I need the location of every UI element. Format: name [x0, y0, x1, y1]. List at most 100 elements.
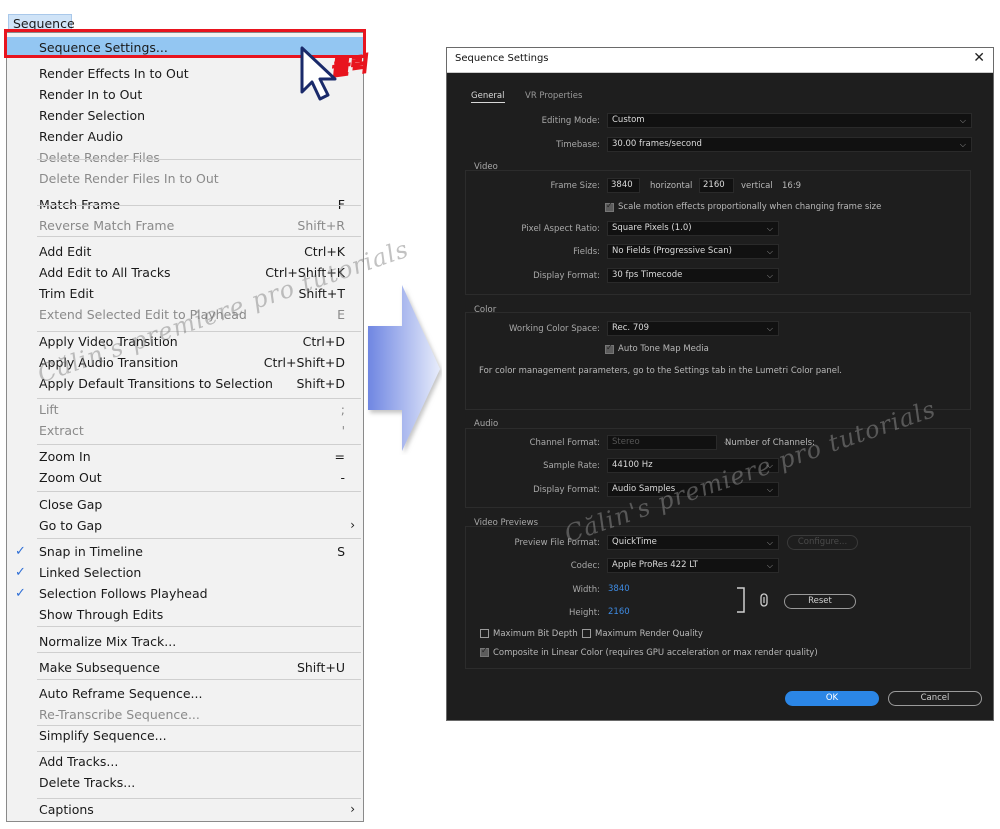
tab-vr-properties[interactable]: VR Properties [525, 91, 582, 101]
menu-item-show-through-edits[interactable]: Show Through Edits [7, 604, 363, 625]
menu-item-delete-render-files[interactable]: Delete Render Files [7, 147, 363, 168]
close-icon[interactable]: ✕ [973, 50, 985, 66]
max-render-quality-checkbox[interactable] [582, 629, 591, 638]
tab-general[interactable]: General [471, 91, 505, 103]
frame-width-input[interactable]: 3840 [607, 178, 640, 193]
menu-item-label: Re-Transcribe Sequence... [39, 707, 200, 722]
cancel-button[interactable]: Cancel [888, 691, 982, 706]
menu-item-label: Extend Selected Edit to Playhead [39, 307, 247, 322]
audio-display-format-dropdown[interactable]: Audio Samples ⌵ [607, 482, 779, 497]
sample-rate-dropdown[interactable]: 44100 Hz ⌵ [607, 458, 779, 473]
menu-separator [37, 205, 361, 206]
menu-item-label: Selection Follows Playhead [39, 586, 208, 601]
timebase-dropdown[interactable]: 30.00 frames/second ⌵ [607, 137, 972, 152]
pixel-aspect-value: Square Pixels (1.0) [612, 223, 692, 233]
timebase-label: Timebase: [556, 140, 600, 150]
pixel-aspect-label: Pixel Aspect Ratio: [521, 224, 600, 234]
chevron-down-icon: ⌵ [766, 561, 773, 570]
menu-item-add-edit[interactable]: Add Edit Ctrl+K [7, 241, 363, 262]
fields-value: No Fields (Progressive Scan) [612, 246, 732, 256]
menu-item-re-transcribe-sequence[interactable]: Re-Transcribe Sequence... [7, 704, 363, 725]
menu-item-delete-tracks[interactable]: Delete Tracks... [7, 772, 363, 793]
max-bit-depth-checkbox[interactable] [480, 629, 489, 638]
scale-motion-checkbox[interactable] [605, 201, 614, 212]
sample-rate-value: 44100 Hz [612, 460, 653, 470]
menu-item-label: Zoom In [39, 449, 91, 464]
display-format-label: Display Format: [533, 271, 600, 281]
preview-height-value[interactable]: 2160 [608, 607, 630, 617]
menu-item-extend-selected-edit-to-playhead[interactable]: Extend Selected Edit to Playhead E [7, 304, 363, 325]
menu-item-extract[interactable]: Extract ' [7, 420, 363, 441]
menu-item-close-gap[interactable]: Close Gap [7, 494, 363, 515]
menu-item-render-audio[interactable]: Render Audio [7, 126, 363, 147]
menu-item-shortcut: Shift+T [298, 286, 345, 301]
codec-value: Apple ProRes 422 LT [612, 560, 698, 570]
mouse-cursor-icon [300, 46, 337, 101]
fields-dropdown[interactable]: No Fields (Progressive Scan) ⌵ [607, 244, 779, 259]
reset-button[interactable]: Reset [784, 594, 856, 609]
menu-item-linked-selection[interactable]: ✓ Linked Selection [7, 562, 363, 583]
menu-item-delete-render-files-in-to-out[interactable]: Delete Render Files In to Out [7, 168, 363, 189]
sequence-settings-dialog: Sequence Settings ✕ General VR Propertie… [446, 47, 994, 721]
menu-item-label: Normalize Mix Track... [39, 634, 177, 649]
chevron-down-icon: ⌵ [766, 461, 773, 470]
menu-separator [37, 398, 361, 399]
composite-linear-checkbox[interactable] [480, 646, 489, 657]
menu-item-shortcut: Ctrl+Shift+K [265, 265, 345, 280]
aspect-ratio-text: 16:9 [782, 181, 802, 191]
pixel-aspect-dropdown[interactable]: Square Pixels (1.0) ⌵ [607, 221, 779, 236]
menu-item-label: Simplify Sequence... [39, 728, 167, 743]
menu-item-add-edit-to-all-tracks[interactable]: Add Edit to All Tracks Ctrl+Shift+K [7, 262, 363, 283]
menu-item-auto-reframe-sequence[interactable]: Auto Reframe Sequence... [7, 683, 363, 704]
editing-mode-dropdown[interactable]: Custom ⌵ [607, 113, 972, 128]
auto-tone-map-checkbox[interactable] [605, 343, 614, 354]
menu-item-apply-video-transition[interactable]: Apply Video Transition Ctrl+D [7, 331, 363, 352]
ok-button[interactable]: OK [785, 691, 879, 706]
codec-dropdown[interactable]: Apple ProRes 422 LT ⌵ [607, 558, 779, 573]
menu-item-go-to-gap[interactable]: Go to Gap › [7, 515, 363, 536]
frame-height-input[interactable]: 2160 [699, 178, 734, 193]
link-icon[interactable] [760, 593, 768, 607]
menu-item-shortcut: ; [340, 402, 345, 417]
composite-linear-label: Composite in Linear Color (requires GPU … [493, 648, 818, 658]
configure-button[interactable]: Configure... [787, 535, 858, 550]
menu-item-apply-default-transitions-to-selection[interactable]: Apply Default Transitions to Selection Sh… [7, 373, 363, 394]
menu-item-selection-follows-playhead[interactable]: ✓ Selection Follows Playhead [7, 583, 363, 604]
preview-width-value[interactable]: 3840 [608, 584, 630, 594]
checkmark-icon: ✓ [15, 544, 26, 559]
dialog-title: Sequence Settings [455, 53, 549, 64]
menu-item-zoom-in[interactable]: Zoom In = [7, 446, 363, 467]
menu-item-reverse-match-frame[interactable]: Reverse Match Frame Shift+R [7, 215, 363, 236]
menu-item-label: Zoom Out [39, 470, 102, 485]
display-format-dropdown[interactable]: 30 fps Timecode ⌵ [607, 268, 779, 283]
chevron-right-icon: › [350, 802, 355, 816]
preview-file-format-label: Preview File Format: [514, 538, 600, 548]
horizontal-label: horizontal [650, 181, 693, 191]
menu-item-simplify-sequence[interactable]: Simplify Sequence... [7, 725, 363, 746]
menu-item-snap-in-timeline[interactable]: ✓ Snap in Timeline S [7, 541, 363, 562]
menu-item-label: Render Audio [39, 129, 124, 144]
menu-item-make-subsequence[interactable]: Make Subsequence Shift+U [7, 657, 363, 678]
menu-item-add-tracks[interactable]: Add Tracks... [7, 751, 363, 772]
menu-item-trim-edit[interactable]: Trim Edit Shift+T [7, 283, 363, 304]
menu-item-lift[interactable]: Lift; [7, 399, 363, 420]
menu-separator [37, 331, 361, 332]
menu-item-zoom-out[interactable]: Zoom Out - [7, 467, 363, 488]
chevron-down-icon: ⌵ [766, 538, 773, 547]
audio-display-format-value: Audio Samples [612, 484, 676, 494]
channel-format-label: Channel Format: [529, 438, 600, 448]
menu-item-label: Auto Reframe Sequence... [39, 686, 203, 701]
preview-height-label: Height: [569, 608, 600, 618]
menu-separator [37, 236, 361, 237]
menu-item-render-selection[interactable]: Render Selection [7, 105, 363, 126]
working-color-space-dropdown[interactable]: Rec. 709 ⌵ [607, 321, 779, 336]
menu-item-normalize-mix-track[interactable]: Normalize Mix Track... [7, 631, 363, 652]
audio-section-title: Audio [474, 419, 499, 429]
menu-separator [37, 444, 361, 445]
channel-format-dropdown[interactable]: Stereo ⌵ [607, 435, 730, 450]
menu-item-apply-audio-transition[interactable]: Apply Audio Transition Ctrl+Shift+D [7, 352, 363, 373]
menu-item-label: Add Tracks... [39, 754, 119, 769]
preview-file-format-dropdown[interactable]: QuickTime ⌵ [607, 535, 779, 550]
menu-item-captions[interactable]: Captions › [7, 799, 363, 820]
video-section-title: Video [474, 162, 498, 172]
